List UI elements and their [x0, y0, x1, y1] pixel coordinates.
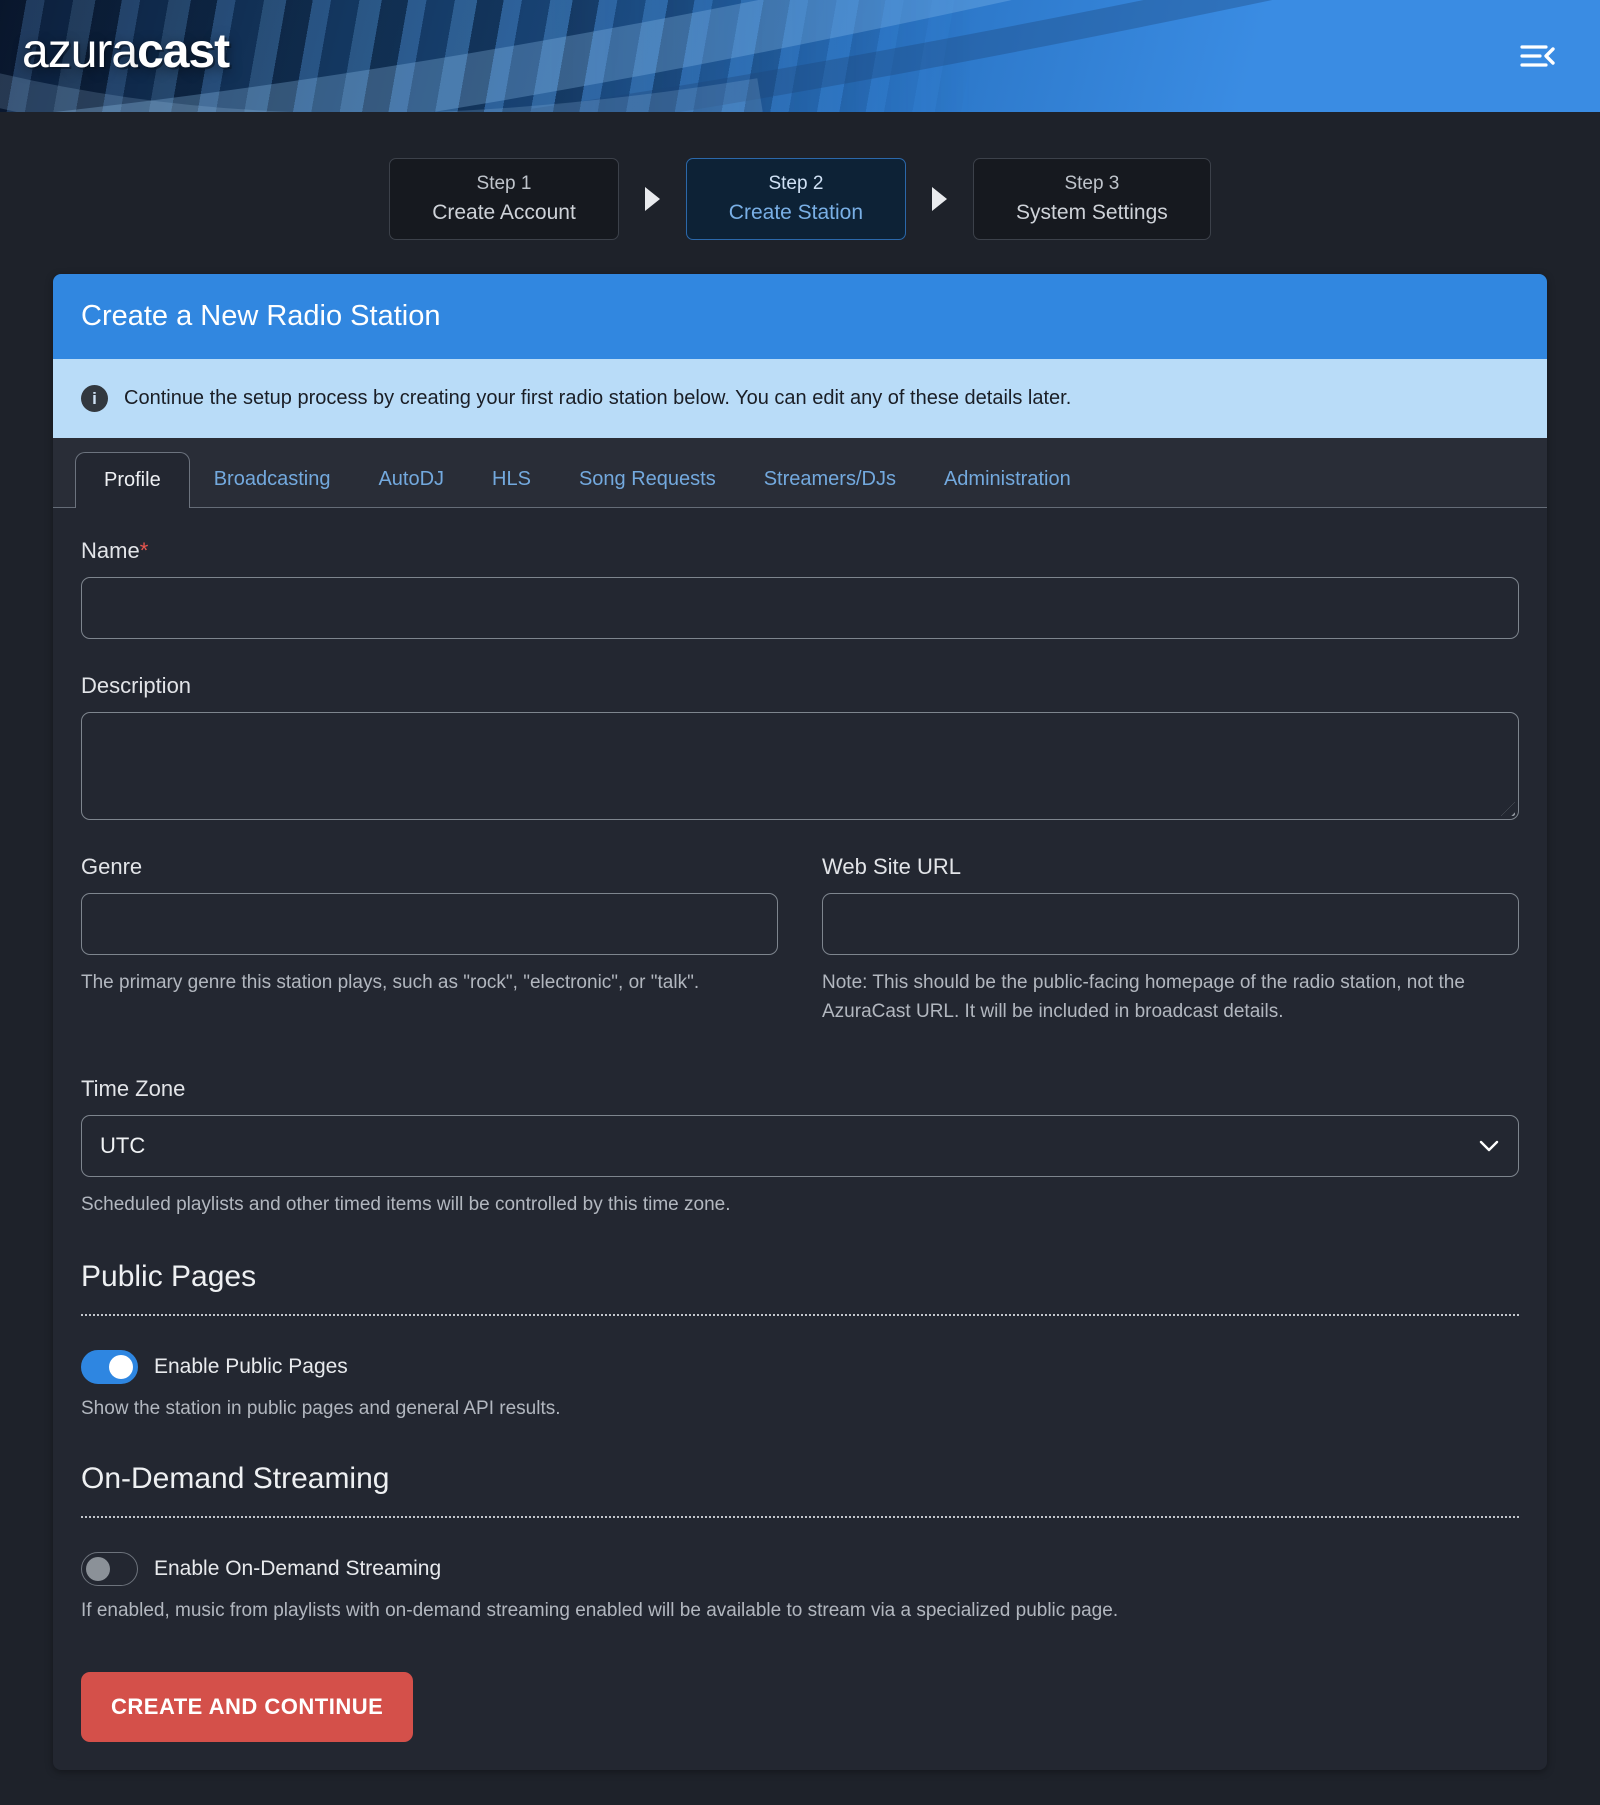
tab-broadcasting[interactable]: Broadcasting [190, 452, 355, 507]
alert-text: Continue the setup process by creating y… [124, 387, 1071, 410]
step-title: Create Account [432, 201, 576, 225]
enable-on-demand-toggle[interactable] [81, 1552, 138, 1586]
enable-on-demand-label: Enable On-Demand Streaming [154, 1557, 441, 1581]
genre-label: Genre [81, 854, 778, 880]
website-url-label: Web Site URL [822, 854, 1519, 880]
info-alert: i Continue the setup process by creating… [53, 359, 1547, 438]
card-header: Create a New Radio Station [53, 274, 1547, 359]
on-demand-help: If enabled, music from playlists with on… [81, 1600, 1519, 1622]
profile-tab-panel: Name* Description Genre The primary genr… [53, 508, 1547, 1770]
tab-profile[interactable]: Profile [75, 452, 190, 508]
logo-text-azura: azura [22, 25, 137, 78]
step-3-system-settings: Step 3 System Settings [973, 158, 1211, 240]
timezone-help: Scheduled playlists and other timed item… [81, 1191, 1519, 1220]
genre-input[interactable] [81, 893, 778, 955]
timezone-selected-value: UTC [100, 1133, 145, 1159]
timezone-label: Time Zone [81, 1076, 1519, 1102]
station-tabs: Profile Broadcasting AutoDJ HLS Song Req… [53, 438, 1547, 508]
step-title: System Settings [1016, 201, 1168, 225]
dotted-divider [81, 1516, 1519, 1518]
create-and-continue-button[interactable]: CREATE AND CONTINUE [81, 1672, 413, 1742]
tab-song-requests[interactable]: Song Requests [555, 452, 740, 507]
step-number: Step 1 [432, 173, 576, 195]
timezone-select[interactable]: UTC [81, 1115, 1519, 1177]
tab-streamers-djs[interactable]: Streamers/DJs [740, 452, 920, 507]
description-label: Description [81, 673, 1519, 699]
required-asterisk: * [140, 538, 149, 563]
on-demand-heading: On-Demand Streaming [81, 1462, 1519, 1496]
description-textarea[interactable] [81, 712, 1519, 820]
logo-text-cast: cast [137, 25, 229, 78]
public-pages-heading: Public Pages [81, 1260, 1519, 1294]
step-number: Step 2 [729, 173, 863, 195]
sidebar-toggle-button[interactable] [1514, 36, 1562, 79]
menu-open-icon [1518, 40, 1558, 72]
app-header: azuracast [0, 0, 1600, 112]
step-title: Create Station [729, 201, 863, 225]
name-label: Name* [81, 538, 1519, 564]
tab-administration[interactable]: Administration [920, 452, 1095, 507]
step-2-create-station: Step 2 Create Station [686, 158, 906, 240]
website-url-help: Note: This should be the public-facing h… [822, 969, 1519, 1026]
arrow-right-icon [932, 187, 947, 211]
website-url-input[interactable] [822, 893, 1519, 955]
info-icon: i [81, 385, 108, 412]
chevron-down-icon [1478, 1137, 1500, 1155]
toggle-knob [86, 1557, 110, 1581]
genre-help: The primary genre this station plays, su… [81, 969, 778, 998]
header-arc-decoration [0, 0, 1600, 112]
card-title: Create a New Radio Station [81, 300, 1519, 333]
create-station-card: Create a New Radio Station i Continue th… [53, 274, 1547, 1770]
tab-autodj[interactable]: AutoDJ [354, 452, 468, 507]
tab-hls[interactable]: HLS [468, 452, 555, 507]
step-number: Step 3 [1016, 173, 1168, 195]
arrow-right-icon [645, 187, 660, 211]
dotted-divider [81, 1314, 1519, 1316]
toggle-knob [109, 1355, 133, 1379]
enable-public-pages-label: Enable Public Pages [154, 1355, 348, 1379]
page: azuracast Step 1 Create Account Step 2 C… [0, 0, 1600, 1805]
name-input[interactable] [81, 577, 1519, 639]
step-1-create-account: Step 1 Create Account [389, 158, 619, 240]
setup-steps: Step 1 Create Account Step 2 Create Stat… [0, 158, 1600, 240]
public-pages-help: Show the station in public pages and gen… [81, 1398, 1519, 1420]
azuracast-logo[interactable]: azuracast [22, 24, 229, 79]
enable-public-pages-toggle[interactable] [81, 1350, 138, 1384]
